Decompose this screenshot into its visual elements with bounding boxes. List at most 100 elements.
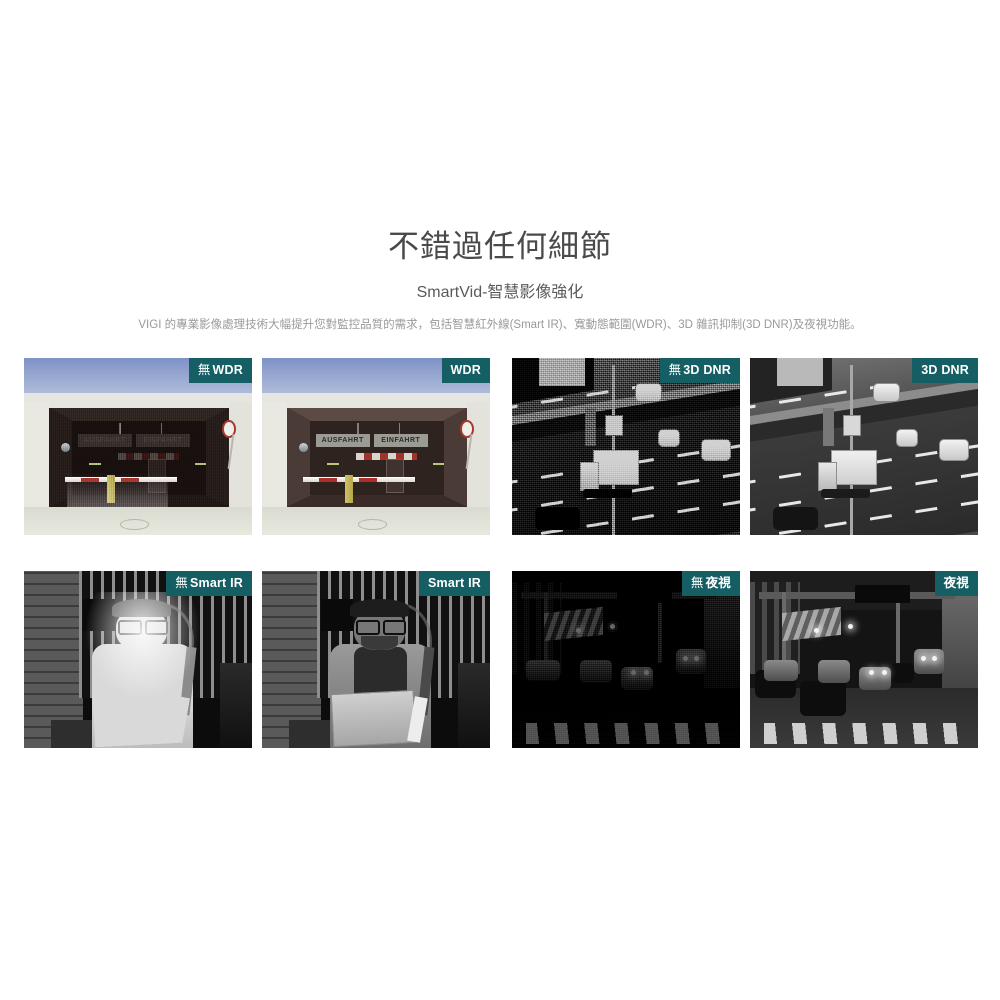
car-mid bbox=[895, 428, 919, 447]
vehicle-2 bbox=[818, 659, 851, 683]
badge-feature-label: Smart IR bbox=[427, 576, 481, 590]
scene-delivery-no-smart-ir bbox=[24, 571, 252, 748]
badge-wdr-on: WDR bbox=[441, 358, 490, 383]
streetlight-2 bbox=[848, 624, 854, 630]
badge-smart-ir-on: Smart IR bbox=[418, 571, 490, 596]
streetlight-1 bbox=[813, 627, 819, 633]
wall-left bbox=[287, 407, 313, 507]
badge-negation-label: 無 bbox=[175, 576, 188, 590]
awning bbox=[781, 606, 842, 642]
crosswalk bbox=[763, 723, 974, 745]
panel-night-vision-on[interactable]: 夜視 bbox=[750, 571, 978, 748]
ir-overexposure-glow bbox=[83, 592, 202, 702]
green-indicator-right bbox=[433, 463, 444, 466]
scene-street-no-night-vision bbox=[512, 571, 740, 748]
vehicle-4 bbox=[914, 648, 944, 674]
badge-feature-label: Smart IR bbox=[189, 576, 243, 590]
panel-smart-ir-on[interactable]: Smart IR bbox=[262, 571, 490, 748]
badge-feature-label: WDR bbox=[450, 363, 481, 377]
panel-night-vision-off[interactable]: 無夜視 bbox=[512, 571, 740, 748]
convex-mirror bbox=[298, 443, 308, 453]
headlight-3 bbox=[921, 655, 926, 661]
badge-night-vision-off: 無夜視 bbox=[681, 571, 740, 596]
comparison-pair-night-vision: 無夜視 夜視 bbox=[512, 571, 978, 748]
scene-highway-dnr bbox=[750, 358, 978, 535]
box-truck bbox=[818, 450, 878, 498]
ground-marking bbox=[119, 518, 150, 530]
green-indicator-left bbox=[326, 463, 340, 466]
comparison-gallery: AUSFAHRT EINFAHRT bbox=[24, 358, 978, 748]
panel-3d-dnr-on[interactable]: 3D DNR bbox=[750, 358, 978, 535]
scene-delivery-smart-ir bbox=[262, 571, 490, 748]
image-noise bbox=[49, 407, 230, 507]
truck-wheels bbox=[820, 489, 870, 498]
bush bbox=[220, 663, 252, 748]
scene-parking-garage-wdr: AUSFAHRT EINFAHRT bbox=[262, 358, 490, 535]
no-entry-sign bbox=[459, 419, 475, 439]
sign-ausfahrt: AUSFAHRT bbox=[315, 434, 370, 448]
badge-feature-label: 3D DNR bbox=[683, 363, 731, 377]
garage-opening: AUSFAHRT EINFAHRT bbox=[49, 407, 230, 507]
delivery-person bbox=[326, 599, 435, 748]
beard bbox=[360, 636, 399, 650]
vehicle-dark-3 bbox=[891, 663, 915, 683]
image-noise bbox=[512, 358, 740, 535]
badge-feature-label: WDR bbox=[212, 363, 243, 377]
comparison-pair-wdr: AUSFAHRT EINFAHRT bbox=[24, 358, 490, 535]
vehicle-1 bbox=[763, 659, 798, 681]
sign-einfahrt: EINFAHRT bbox=[373, 434, 428, 448]
garage-opening: AUSFAHRT EINFAHRT bbox=[287, 407, 468, 507]
panel-wdr-off[interactable]: AUSFAHRT EINFAHRT bbox=[24, 358, 252, 535]
background-building bbox=[777, 358, 823, 387]
vehicle-dark-2 bbox=[800, 680, 846, 717]
vehicle-3 bbox=[859, 666, 892, 690]
badge-3d-dnr-on: 3D DNR bbox=[912, 358, 978, 383]
parcel-box bbox=[331, 690, 417, 748]
badge-feature-label: 3D DNR bbox=[921, 363, 969, 377]
badge-feature-label: 夜視 bbox=[943, 576, 969, 590]
page-subtitle: SmartVid-智慧影像強化 bbox=[416, 284, 584, 301]
scene-highway-no-dnr bbox=[512, 358, 740, 535]
car-dark-bottom bbox=[772, 506, 819, 530]
panel-smart-ir-off[interactable]: 無 Smart IR bbox=[24, 571, 252, 748]
car-right bbox=[939, 439, 969, 461]
truck-cargo-box bbox=[830, 450, 878, 485]
emergency-phone-sign bbox=[843, 414, 862, 437]
badge-smart-ir-off: 無 Smart IR bbox=[166, 571, 252, 596]
gallery-row-1: AUSFAHRT EINFAHRT bbox=[24, 358, 978, 535]
glasses-right-lens bbox=[382, 620, 407, 635]
badge-wdr-off: 無 WDR bbox=[188, 358, 252, 383]
comparison-pair-3d-dnr: 無 3D DNR 3D DNR bbox=[512, 358, 978, 535]
panel-3d-dnr-off[interactable]: 無 3D DNR bbox=[512, 358, 740, 535]
headlight-1 bbox=[868, 670, 874, 676]
ground-marking bbox=[357, 518, 388, 530]
badge-negation-label: 無 bbox=[197, 363, 211, 377]
bridge-pier bbox=[822, 407, 835, 447]
glasses-left-lens bbox=[356, 620, 381, 635]
badge-negation-label: 無 bbox=[690, 576, 704, 590]
scene-street-night-vision bbox=[750, 571, 978, 748]
direction-sign-bar: AUSFAHRT EINFAHRT bbox=[315, 434, 428, 448]
badge-night-vision-on: 夜視 bbox=[934, 571, 978, 596]
badge-feature-label: 夜視 bbox=[705, 576, 731, 590]
truck-cab bbox=[818, 462, 838, 492]
comparison-pair-smart-ir: 無 Smart IR Smart IR bbox=[24, 571, 490, 748]
cap bbox=[349, 599, 409, 618]
page-description: VIGI 的專業影像處理技術大幅提升您對監控品質的需求，包括智慧紅外線(Smar… bbox=[138, 319, 862, 331]
hero-section: 不錯過任何細節 SmartVid-智慧影像強化 VIGI 的專業影像處理技術大幅… bbox=[0, 226, 1000, 334]
barrier-post bbox=[344, 474, 353, 503]
no-entry-sign bbox=[221, 419, 237, 439]
badge-negation-label: 無 bbox=[668, 363, 682, 377]
badge-3d-dnr-off: 無 3D DNR bbox=[659, 358, 740, 383]
billboard bbox=[854, 585, 910, 603]
image-noise bbox=[512, 571, 740, 748]
gantry-post-right bbox=[895, 592, 900, 667]
panel-wdr-on[interactable]: AUSFAHRT EINFAHRT WDR bbox=[262, 358, 490, 535]
boom-barrier bbox=[303, 476, 415, 483]
page-title: 不錯過任何細節 bbox=[388, 229, 612, 264]
gallery-row-2: 無 Smart IR Smart IR 無 夜視 夜視 bbox=[24, 571, 978, 748]
page-root: 不錯過任何細節 SmartVid-智慧影像強化 VIGI 的專業影像處理技術大幅… bbox=[0, 0, 1000, 1000]
bush bbox=[458, 663, 490, 748]
car-upper-deck bbox=[873, 382, 901, 403]
scene-parking-garage-no-wdr: AUSFAHRT EINFAHRT bbox=[24, 358, 252, 535]
